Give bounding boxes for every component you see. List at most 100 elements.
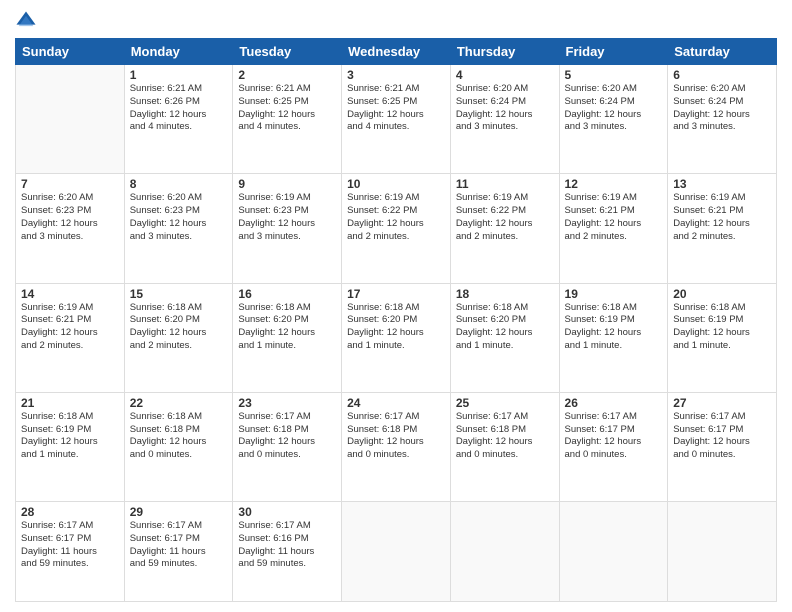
day-info: Sunrise: 6:21 AM Sunset: 6:25 PM Dayligh… — [238, 83, 336, 134]
calendar-week-4: 21Sunrise: 6:18 AM Sunset: 6:19 PM Dayli… — [16, 392, 777, 501]
day-number: 21 — [21, 396, 119, 410]
day-number: 8 — [130, 177, 228, 191]
day-info: Sunrise: 6:17 AM Sunset: 6:18 PM Dayligh… — [238, 411, 336, 462]
day-number: 29 — [130, 505, 228, 519]
day-info: Sunrise: 6:19 AM Sunset: 6:22 PM Dayligh… — [347, 192, 445, 243]
calendar: Sunday Monday Tuesday Wednesday Thursday… — [15, 38, 777, 602]
day-number: 18 — [456, 287, 554, 301]
calendar-cell: 16Sunrise: 6:18 AM Sunset: 6:20 PM Dayli… — [233, 283, 342, 392]
day-number: 15 — [130, 287, 228, 301]
calendar-cell: 23Sunrise: 6:17 AM Sunset: 6:18 PM Dayli… — [233, 392, 342, 501]
day-number: 5 — [565, 68, 663, 82]
calendar-cell — [342, 502, 451, 602]
calendar-cell: 22Sunrise: 6:18 AM Sunset: 6:18 PM Dayli… — [124, 392, 233, 501]
day-number: 4 — [456, 68, 554, 82]
day-number: 20 — [673, 287, 771, 301]
day-info: Sunrise: 6:17 AM Sunset: 6:18 PM Dayligh… — [456, 411, 554, 462]
day-info: Sunrise: 6:18 AM Sunset: 6:20 PM Dayligh… — [238, 302, 336, 353]
day-info: Sunrise: 6:21 AM Sunset: 6:26 PM Dayligh… — [130, 83, 228, 134]
day-info: Sunrise: 6:18 AM Sunset: 6:20 PM Dayligh… — [130, 302, 228, 353]
day-info: Sunrise: 6:18 AM Sunset: 6:20 PM Dayligh… — [456, 302, 554, 353]
day-info: Sunrise: 6:18 AM Sunset: 6:19 PM Dayligh… — [673, 302, 771, 353]
day-info: Sunrise: 6:20 AM Sunset: 6:23 PM Dayligh… — [21, 192, 119, 243]
calendar-week-2: 7Sunrise: 6:20 AM Sunset: 6:23 PM Daylig… — [16, 174, 777, 283]
day-info: Sunrise: 6:20 AM Sunset: 6:24 PM Dayligh… — [565, 83, 663, 134]
calendar-cell: 28Sunrise: 6:17 AM Sunset: 6:17 PM Dayli… — [16, 502, 125, 602]
day-number: 1 — [130, 68, 228, 82]
day-number: 6 — [673, 68, 771, 82]
day-number: 23 — [238, 396, 336, 410]
logo — [15, 10, 41, 32]
calendar-cell: 29Sunrise: 6:17 AM Sunset: 6:17 PM Dayli… — [124, 502, 233, 602]
day-info: Sunrise: 6:17 AM Sunset: 6:18 PM Dayligh… — [347, 411, 445, 462]
day-number: 12 — [565, 177, 663, 191]
calendar-cell: 17Sunrise: 6:18 AM Sunset: 6:20 PM Dayli… — [342, 283, 451, 392]
calendar-cell: 27Sunrise: 6:17 AM Sunset: 6:17 PM Dayli… — [668, 392, 777, 501]
day-number: 25 — [456, 396, 554, 410]
day-number: 22 — [130, 396, 228, 410]
day-info: Sunrise: 6:19 AM Sunset: 6:21 PM Dayligh… — [565, 192, 663, 243]
day-info: Sunrise: 6:19 AM Sunset: 6:21 PM Dayligh… — [673, 192, 771, 243]
day-number: 2 — [238, 68, 336, 82]
day-info: Sunrise: 6:19 AM Sunset: 6:23 PM Dayligh… — [238, 192, 336, 243]
calendar-cell: 7Sunrise: 6:20 AM Sunset: 6:23 PM Daylig… — [16, 174, 125, 283]
calendar-cell: 2Sunrise: 6:21 AM Sunset: 6:25 PM Daylig… — [233, 65, 342, 174]
logo-icon — [15, 10, 37, 32]
day-number: 10 — [347, 177, 445, 191]
day-info: Sunrise: 6:20 AM Sunset: 6:24 PM Dayligh… — [456, 83, 554, 134]
day-info: Sunrise: 6:21 AM Sunset: 6:25 PM Dayligh… — [347, 83, 445, 134]
day-info: Sunrise: 6:18 AM Sunset: 6:19 PM Dayligh… — [565, 302, 663, 353]
page-header — [15, 10, 777, 32]
calendar-cell: 20Sunrise: 6:18 AM Sunset: 6:19 PM Dayli… — [668, 283, 777, 392]
col-sunday: Sunday — [16, 39, 125, 65]
day-number: 24 — [347, 396, 445, 410]
day-number: 27 — [673, 396, 771, 410]
day-number: 14 — [21, 287, 119, 301]
day-number: 17 — [347, 287, 445, 301]
day-info: Sunrise: 6:17 AM Sunset: 6:16 PM Dayligh… — [238, 520, 336, 571]
calendar-week-5: 28Sunrise: 6:17 AM Sunset: 6:17 PM Dayli… — [16, 502, 777, 602]
calendar-cell: 6Sunrise: 6:20 AM Sunset: 6:24 PM Daylig… — [668, 65, 777, 174]
col-tuesday: Tuesday — [233, 39, 342, 65]
col-monday: Monday — [124, 39, 233, 65]
day-info: Sunrise: 6:17 AM Sunset: 6:17 PM Dayligh… — [130, 520, 228, 571]
calendar-cell: 4Sunrise: 6:20 AM Sunset: 6:24 PM Daylig… — [450, 65, 559, 174]
calendar-cell: 15Sunrise: 6:18 AM Sunset: 6:20 PM Dayli… — [124, 283, 233, 392]
day-number: 26 — [565, 396, 663, 410]
col-saturday: Saturday — [668, 39, 777, 65]
calendar-cell: 11Sunrise: 6:19 AM Sunset: 6:22 PM Dayli… — [450, 174, 559, 283]
calendar-week-1: 1Sunrise: 6:21 AM Sunset: 6:26 PM Daylig… — [16, 65, 777, 174]
calendar-cell: 21Sunrise: 6:18 AM Sunset: 6:19 PM Dayli… — [16, 392, 125, 501]
calendar-cell — [16, 65, 125, 174]
calendar-cell: 12Sunrise: 6:19 AM Sunset: 6:21 PM Dayli… — [559, 174, 668, 283]
day-number: 19 — [565, 287, 663, 301]
calendar-header-row: Sunday Monday Tuesday Wednesday Thursday… — [16, 39, 777, 65]
calendar-cell — [450, 502, 559, 602]
day-info: Sunrise: 6:17 AM Sunset: 6:17 PM Dayligh… — [565, 411, 663, 462]
calendar-week-3: 14Sunrise: 6:19 AM Sunset: 6:21 PM Dayli… — [16, 283, 777, 392]
calendar-cell: 14Sunrise: 6:19 AM Sunset: 6:21 PM Dayli… — [16, 283, 125, 392]
day-info: Sunrise: 6:17 AM Sunset: 6:17 PM Dayligh… — [21, 520, 119, 571]
day-info: Sunrise: 6:18 AM Sunset: 6:18 PM Dayligh… — [130, 411, 228, 462]
day-info: Sunrise: 6:19 AM Sunset: 6:22 PM Dayligh… — [456, 192, 554, 243]
day-number: 13 — [673, 177, 771, 191]
calendar-cell: 19Sunrise: 6:18 AM Sunset: 6:19 PM Dayli… — [559, 283, 668, 392]
calendar-cell — [668, 502, 777, 602]
calendar-cell: 8Sunrise: 6:20 AM Sunset: 6:23 PM Daylig… — [124, 174, 233, 283]
calendar-cell: 3Sunrise: 6:21 AM Sunset: 6:25 PM Daylig… — [342, 65, 451, 174]
calendar-cell: 30Sunrise: 6:17 AM Sunset: 6:16 PM Dayli… — [233, 502, 342, 602]
day-info: Sunrise: 6:17 AM Sunset: 6:17 PM Dayligh… — [673, 411, 771, 462]
day-info: Sunrise: 6:19 AM Sunset: 6:21 PM Dayligh… — [21, 302, 119, 353]
calendar-cell: 24Sunrise: 6:17 AM Sunset: 6:18 PM Dayli… — [342, 392, 451, 501]
calendar-cell: 10Sunrise: 6:19 AM Sunset: 6:22 PM Dayli… — [342, 174, 451, 283]
day-number: 16 — [238, 287, 336, 301]
calendar-cell: 1Sunrise: 6:21 AM Sunset: 6:26 PM Daylig… — [124, 65, 233, 174]
calendar-cell: 25Sunrise: 6:17 AM Sunset: 6:18 PM Dayli… — [450, 392, 559, 501]
day-info: Sunrise: 6:18 AM Sunset: 6:19 PM Dayligh… — [21, 411, 119, 462]
calendar-cell: 26Sunrise: 6:17 AM Sunset: 6:17 PM Dayli… — [559, 392, 668, 501]
day-number: 9 — [238, 177, 336, 191]
calendar-cell: 9Sunrise: 6:19 AM Sunset: 6:23 PM Daylig… — [233, 174, 342, 283]
day-number: 28 — [21, 505, 119, 519]
day-number: 3 — [347, 68, 445, 82]
day-info: Sunrise: 6:20 AM Sunset: 6:23 PM Dayligh… — [130, 192, 228, 243]
